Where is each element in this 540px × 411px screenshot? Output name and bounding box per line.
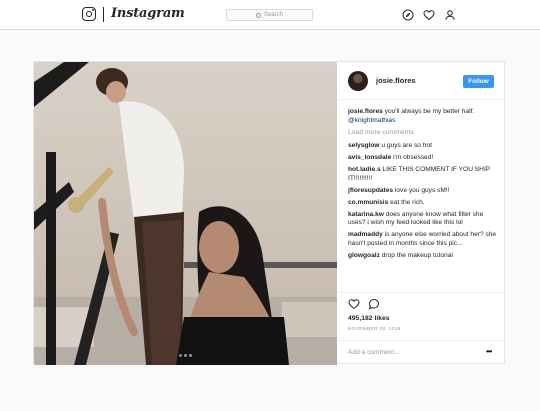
follow-button[interactable]: Follow bbox=[463, 75, 494, 88]
carousel-dot bbox=[189, 354, 192, 357]
compass-icon[interactable] bbox=[402, 9, 414, 21]
carousel-indicator bbox=[179, 354, 192, 357]
comment-text: u guys are so hot bbox=[381, 142, 432, 150]
comment-text: drop the makeup tutorial bbox=[381, 251, 453, 259]
caption-text: you'll always be my better half. bbox=[384, 108, 475, 115]
comment-username[interactable]: co.mmunisis bbox=[348, 199, 388, 206]
post-date: NOVEMBER 20, 2019 bbox=[348, 327, 401, 332]
post-card: josie.flores Follow josie.flores you'll … bbox=[33, 61, 505, 365]
search-input[interactable]: Search bbox=[226, 9, 313, 21]
comment-item: co.mmunisis eat the rich. bbox=[348, 199, 498, 208]
add-comment-input[interactable]: Add a comment... bbox=[348, 349, 400, 356]
load-more-comments-link[interactable]: Load more comments bbox=[348, 129, 498, 138]
comment-username[interactable]: jfloresupdates bbox=[348, 187, 393, 194]
comment-username[interactable]: madmaddy bbox=[348, 231, 383, 238]
carousel-dot-active bbox=[179, 354, 182, 357]
post-actions: 495,182 likes NOVEMBER 20, 2019 bbox=[338, 292, 505, 340]
post-header: josie.flores Follow bbox=[338, 62, 505, 100]
comment-username[interactable]: katarina.kw bbox=[348, 211, 384, 218]
heart-icon[interactable] bbox=[423, 9, 435, 21]
post-photo-illustration bbox=[34, 62, 337, 365]
caption-username[interactable]: josie.flores bbox=[348, 108, 383, 115]
instagram-camera-icon[interactable] bbox=[82, 7, 96, 21]
comment-text: love you guys sM!! bbox=[394, 186, 450, 194]
comment-username[interactable]: selysglow bbox=[348, 142, 380, 149]
comment-username[interactable]: glowgoalz bbox=[348, 252, 380, 259]
add-comment-bar: Add a comment... ••• bbox=[338, 340, 505, 365]
profile-icon[interactable] bbox=[444, 9, 456, 21]
likes-count[interactable]: 495,182 likes bbox=[348, 315, 390, 322]
comment-item: jfloresupdates love you guys sM!! bbox=[348, 187, 498, 196]
post-photo[interactable] bbox=[34, 62, 337, 365]
comment-bubble-icon[interactable] bbox=[368, 298, 380, 310]
comment-item: glowgoalz drop the makeup tutorial bbox=[348, 252, 498, 261]
instagram-logo-text[interactable]: Instagram bbox=[111, 6, 185, 21]
post-side-panel: josie.flores Follow josie.flores you'll … bbox=[338, 62, 505, 365]
like-heart-icon[interactable] bbox=[348, 298, 360, 310]
comment-item: avis_lonsdale i'm obsessed! bbox=[348, 154, 498, 163]
search-placeholder: Search bbox=[263, 12, 283, 18]
comment-username[interactable]: hot.ladie.s bbox=[348, 166, 381, 173]
comment-item: madmaddy is anyone else worried about he… bbox=[348, 231, 498, 248]
carousel-dot bbox=[184, 354, 187, 357]
caption: josie.flores you'll always be my better … bbox=[348, 108, 498, 125]
top-navigation-bar: Instagram Search bbox=[0, 0, 540, 30]
comment-text: i'm obsessed! bbox=[393, 154, 434, 162]
comment-item: katarina.kw does anyone know what filter… bbox=[348, 211, 498, 228]
more-options-icon[interactable]: ••• bbox=[486, 347, 492, 356]
search-icon bbox=[255, 12, 261, 18]
caption-mention[interactable]: @knightmathias bbox=[348, 117, 395, 124]
post-username[interactable]: josie.flores bbox=[376, 76, 416, 85]
logo-divider bbox=[103, 7, 104, 22]
comment-text: eat the rich. bbox=[390, 198, 425, 206]
comment-item: hot.ladie.s LIKE THIS COMMENT IF YOU SHI… bbox=[348, 166, 498, 183]
comment-item: selysglow u guys are so hot bbox=[348, 142, 498, 151]
comment-username[interactable]: avis_lonsdale bbox=[348, 154, 391, 161]
comments-section: josie.flores you'll always be my better … bbox=[348, 108, 498, 264]
avatar[interactable] bbox=[348, 71, 368, 91]
